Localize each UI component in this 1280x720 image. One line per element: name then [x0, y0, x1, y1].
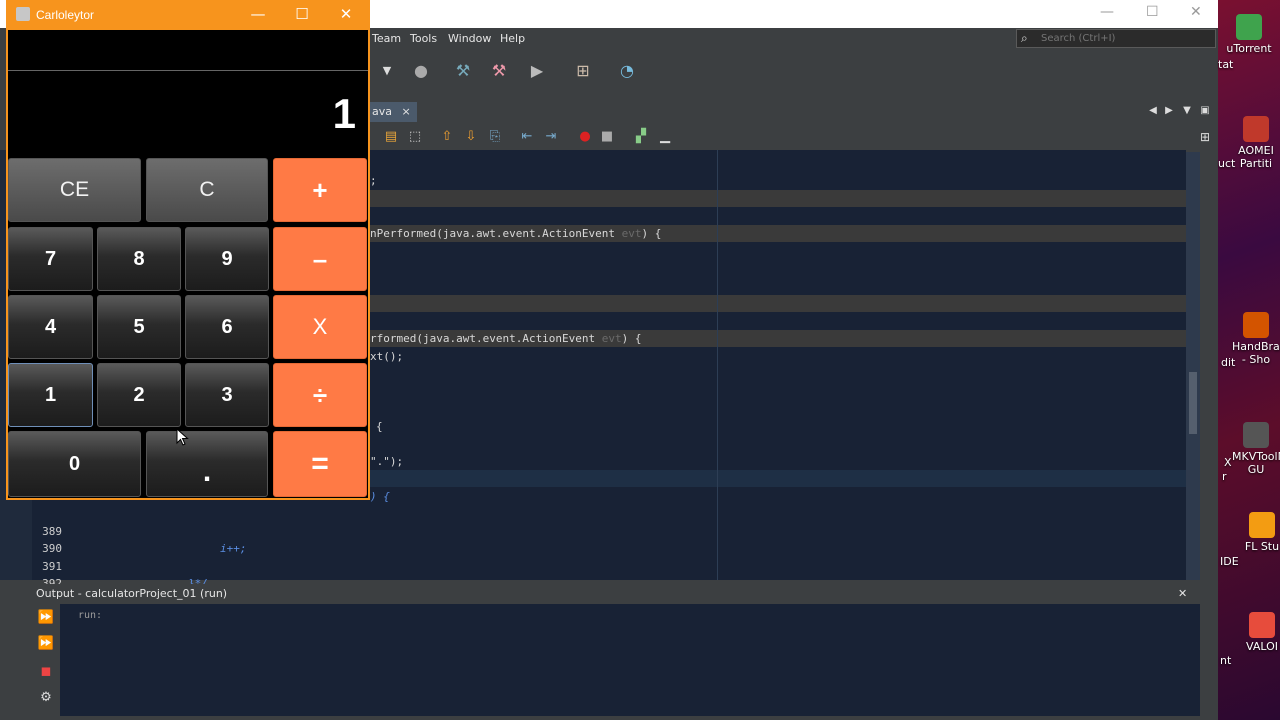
comment-icon[interactable]: ▞ [630, 126, 652, 148]
equals-button[interactable]: = [273, 431, 367, 497]
ide-maximize-button[interactable]: ☐ [1146, 4, 1159, 20]
digit-0-button[interactable]: 0 [8, 431, 141, 497]
valorant-icon [1249, 612, 1275, 638]
calculator-window: Carloleytor — ☐ ✕ 1 CE C + 7 8 9 – 4 5 6… [6, 0, 370, 500]
digit-3-button[interactable]: 3 [185, 363, 269, 427]
find-icon[interactable]: ⎘ [484, 126, 506, 148]
hammer-icon[interactable]: ⚒ [452, 60, 474, 82]
calc-minimize-button[interactable]: — [248, 5, 268, 23]
run-icon[interactable]: ▶ [526, 60, 548, 82]
ide-minimize-button[interactable]: — [1100, 4, 1114, 20]
desktop-partial-label: X [1224, 456, 1232, 469]
calculator-title: Carloleytor [36, 8, 95, 22]
plus-button[interactable]: + [273, 158, 367, 222]
config-dropdown-icon[interactable]: ▼ [376, 60, 398, 82]
desktop-partial-label: dit [1221, 356, 1236, 369]
calc-main-display: 1 [332, 90, 356, 137]
menu-help[interactable]: Help [500, 32, 525, 45]
rerun-icon[interactable]: ⏩ [36, 608, 56, 628]
stop-macro-icon[interactable]: ■ [596, 126, 618, 148]
calc-maximize-button[interactable]: ☐ [292, 5, 312, 23]
minus-button[interactable]: – [273, 227, 367, 291]
desktop-icon-valorant[interactable]: VALOI [1242, 612, 1280, 653]
clear-button[interactable]: C [146, 158, 268, 222]
split-icon[interactable]: ⊞ [1194, 126, 1216, 148]
digit-8-button[interactable]: 8 [97, 227, 181, 291]
history-icon[interactable]: ▤ [380, 126, 402, 148]
editor-tab-java[interactable]: ava × [366, 102, 417, 122]
output-title: Output - calculatorProject_01 (run) [36, 587, 228, 600]
mkvtoolnix-icon [1243, 422, 1269, 448]
clear-entry-button[interactable]: CE [8, 158, 141, 222]
desktop-partial-label: uct [1218, 157, 1236, 170]
flstudio-icon [1249, 512, 1275, 538]
right-margin-line [717, 150, 718, 580]
utorrent-icon [1236, 14, 1262, 40]
stop-icon[interactable]: ◼ [36, 662, 56, 682]
mouse-cursor-icon [176, 428, 189, 446]
desktop-icon-mkvtoolnix[interactable]: MKVToolNix GU [1232, 422, 1280, 476]
desktop-partial-label: tat [1218, 58, 1234, 71]
menu-tools[interactable]: Tools [410, 32, 437, 45]
ide-search-box[interactable]: ⌕ [1016, 29, 1216, 48]
handbrake-icon [1243, 312, 1269, 338]
code-line: 392 } [32, 558, 332, 607]
menu-window[interactable]: Window [448, 32, 491, 45]
tab-close-icon[interactable]: × [402, 105, 411, 118]
desktop-partial-label: nt [1220, 654, 1232, 667]
shift-left-icon[interactable]: ⇤ [516, 126, 538, 148]
menu-team[interactable]: Team [372, 32, 401, 45]
uncomment-icon[interactable]: ▁ [654, 126, 676, 148]
output-console[interactable]: run: [60, 604, 1200, 716]
aomei-icon [1243, 116, 1269, 142]
desktop: uTorrent AOMEI Partiti HandBrake - Sho M… [1218, 0, 1280, 720]
search-icon: ⌕ [1021, 31, 1028, 45]
digit-5-button[interactable]: 5 [97, 295, 181, 359]
code-line: 390 [42, 542, 62, 555]
calc-close-button[interactable]: ✕ [336, 5, 356, 23]
scrollbar-thumb[interactable] [1189, 372, 1197, 434]
digit-9-button[interactable]: 9 [185, 227, 269, 291]
decimal-point-button[interactable]: . [146, 431, 268, 497]
output-close-icon[interactable]: ✕ [1178, 584, 1187, 604]
digit-4-button[interactable]: 4 [8, 295, 93, 359]
desktop-icon-aomei[interactable]: AOMEI Partiti [1232, 116, 1280, 170]
rerun-different-icon[interactable]: ⏩ [36, 634, 56, 654]
digit-7-button[interactable]: 7 [8, 227, 93, 291]
desktop-partial-label: r [1222, 470, 1227, 483]
desktop-icon-flstudio[interactable]: FL Stu [1242, 512, 1280, 553]
desktop-icon-handbrake[interactable]: HandBrake - Sho [1232, 312, 1280, 366]
divide-button[interactable]: ÷ [273, 363, 367, 427]
prev-icon[interactable]: ⇧ [436, 126, 458, 148]
debug-icon[interactable]: ⊞ [572, 60, 594, 82]
digit-1-button[interactable]: 1 [8, 363, 93, 427]
code-line: 389 i++; [42, 525, 247, 555]
code-line: 391 }*/ [42, 560, 208, 590]
desktop-icon-utorrent[interactable]: uTorrent [1218, 14, 1280, 55]
ide-close-button[interactable]: ✕ [1190, 4, 1202, 20]
editor-scrollbar[interactable] [1186, 152, 1200, 580]
java-app-icon [16, 7, 30, 21]
output-actions: ⏩ ⏩ ◼ ⚙ [32, 604, 60, 716]
calculator-titlebar[interactable]: Carloleytor — ☐ ✕ [6, 0, 370, 30]
shift-right-icon[interactable]: ⇥ [540, 126, 562, 148]
digit-2-button[interactable]: 2 [97, 363, 181, 427]
globe-icon[interactable]: ● [410, 60, 432, 82]
select-icon[interactable]: ⬚ [404, 126, 426, 148]
multiply-button[interactable]: X [273, 295, 367, 359]
digit-6-button[interactable]: 6 [185, 295, 269, 359]
clean-build-icon[interactable]: ⚒ [488, 60, 510, 82]
search-input[interactable] [1041, 31, 1211, 46]
maximize-editor-icon[interactable]: ▣ [1194, 100, 1216, 122]
next-icon[interactable]: ⇩ [460, 126, 482, 148]
settings-icon[interactable]: ⚙ [36, 688, 56, 708]
output-panel-header: Output - calculatorProject_01 (run) ✕ [32, 584, 1220, 604]
desktop-partial-label: IDE [1220, 555, 1239, 568]
calc-history-display [8, 30, 368, 71]
profile-icon[interactable]: ◔ [616, 60, 638, 82]
editor-tab-label: ava [372, 105, 392, 118]
record-macro-icon[interactable]: ● [574, 126, 596, 148]
